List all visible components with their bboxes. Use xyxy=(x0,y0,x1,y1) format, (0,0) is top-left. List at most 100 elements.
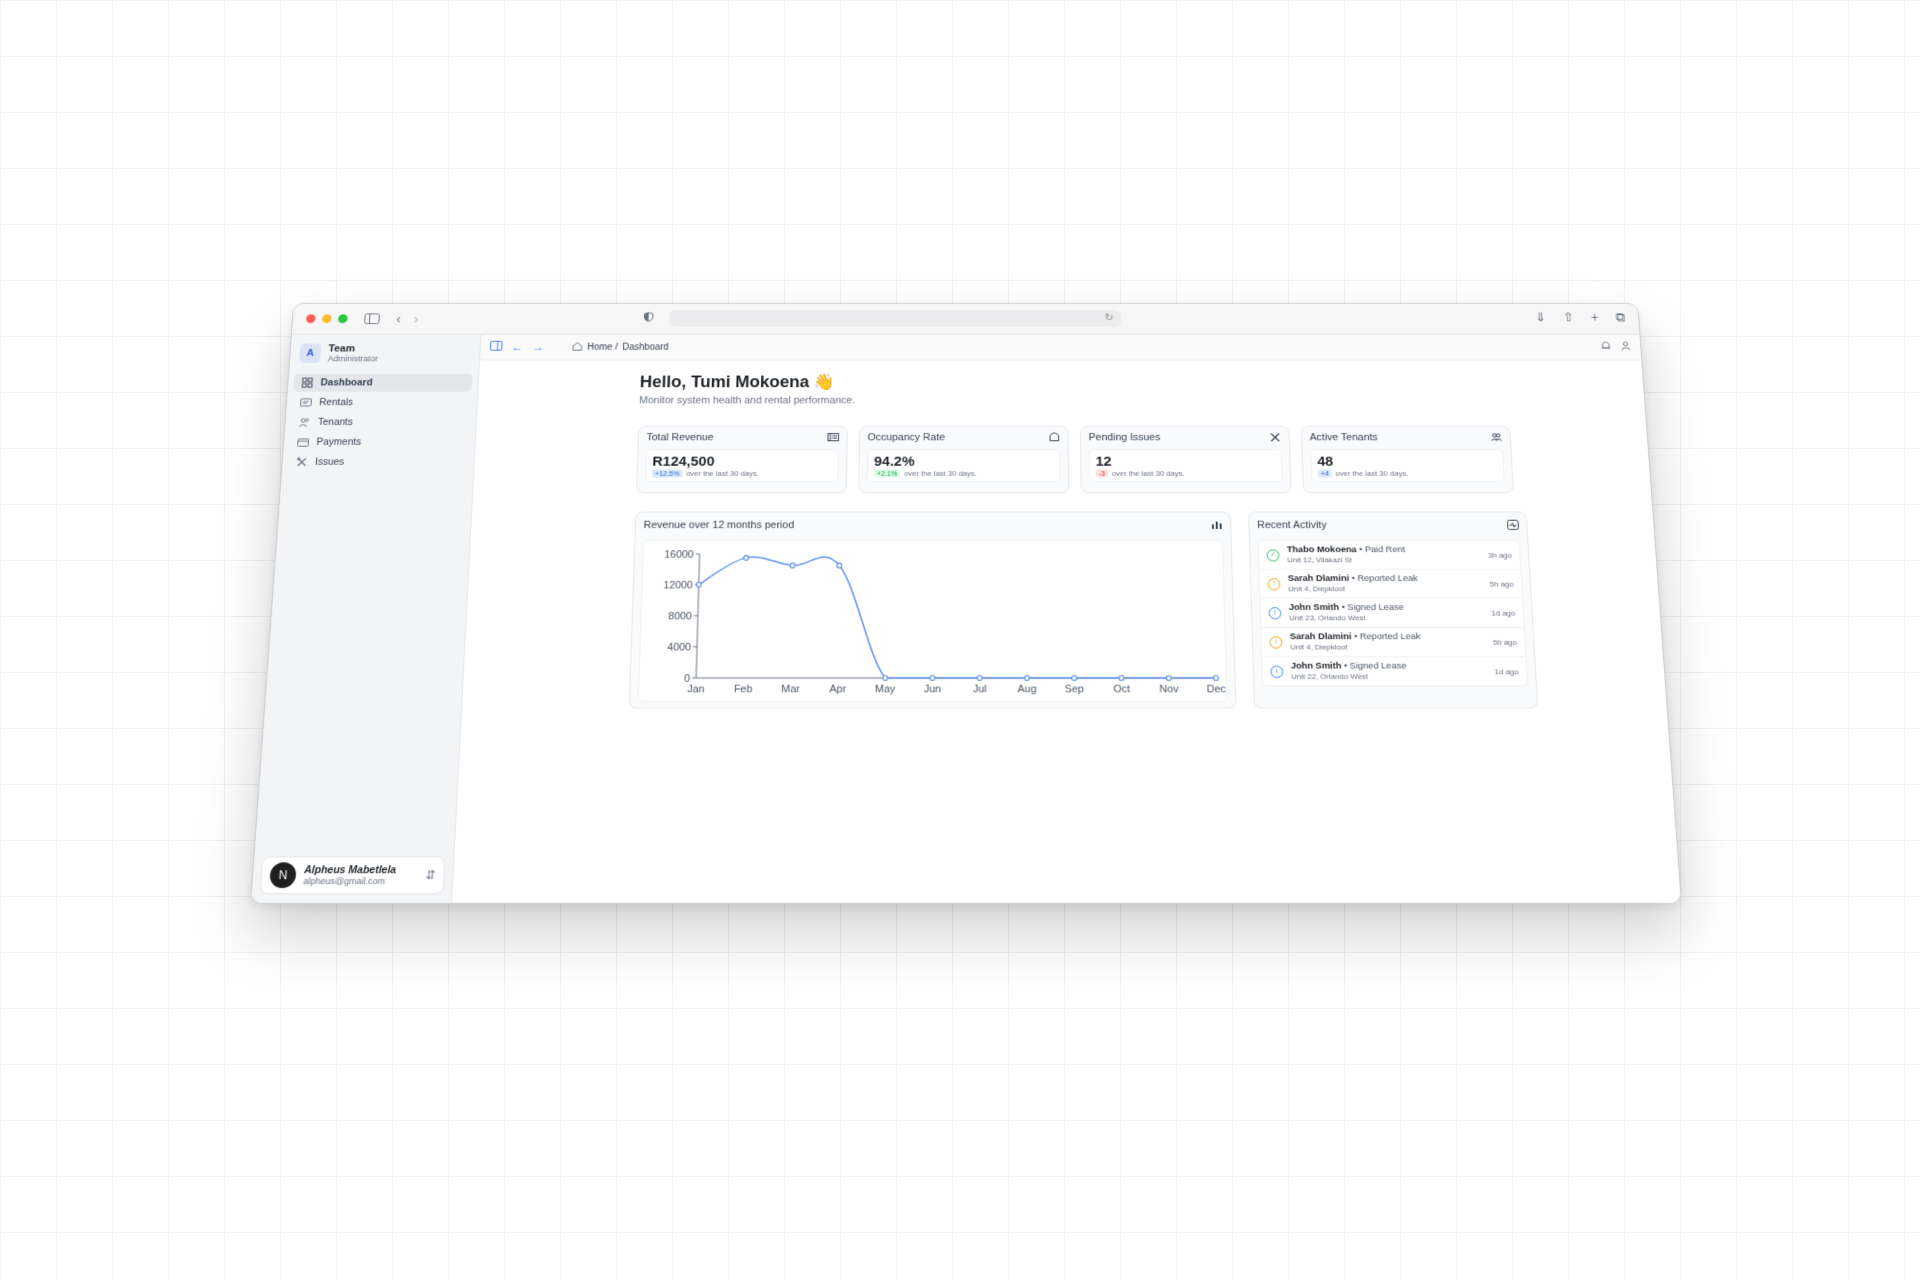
user-icon[interactable] xyxy=(1620,341,1631,353)
avatar: N xyxy=(269,862,297,889)
stat-card-issues: Pending Issues 12 -3 over the last 30 da… xyxy=(1079,425,1292,494)
data-point xyxy=(744,555,749,560)
list-item[interactable]: i John Smith • Signed Lease Unit 23, Orl… xyxy=(1260,598,1524,628)
activity-action: • Signed Lease xyxy=(1341,602,1404,613)
browser-toolbar-right: ⇓ ⇧ + ⧉ xyxy=(1535,310,1626,325)
stat-value: 12 xyxy=(1095,453,1112,470)
reload-icon[interactable]: ↻ xyxy=(1105,312,1114,324)
sidebar-item-label: Dashboard xyxy=(320,377,373,389)
data-point xyxy=(1072,676,1077,681)
activity-action: • Paid Rent xyxy=(1358,544,1406,555)
sidebar-item-dashboard[interactable]: Dashboard xyxy=(293,373,473,392)
sidebar-item-payments[interactable]: Payments xyxy=(289,433,469,451)
data-point xyxy=(837,563,842,568)
breadcrumb-home[interactable]: Home / xyxy=(587,342,618,352)
page-title: Hello, Tumi Mokoena 👋 xyxy=(639,372,836,391)
tabs-overview-icon[interactable]: ⧉ xyxy=(1615,310,1625,325)
team-info: Team Administrator xyxy=(328,344,379,364)
home-icon[interactable] xyxy=(572,341,583,353)
activity-time: 1d ago xyxy=(1494,667,1519,676)
activity-time: 5h ago xyxy=(1489,579,1514,588)
status-badge: +4 xyxy=(1317,469,1332,478)
data-point xyxy=(930,676,935,681)
user-info: Alpheus Mabetlela alpheus@gmail.com xyxy=(303,864,396,887)
activity-name: Sarah Dlamini xyxy=(1289,631,1352,642)
bar-chart-icon[interactable] xyxy=(1211,520,1223,533)
data-point xyxy=(1214,676,1219,681)
stat-value: 94.2% xyxy=(873,453,915,470)
stat-value: 48 xyxy=(1316,453,1334,470)
users-icon xyxy=(298,417,310,428)
info-icon: i xyxy=(1268,606,1282,619)
sidebar-toggle-icon[interactable] xyxy=(364,313,380,324)
activity-unit: Unit 22, Orlando West xyxy=(1291,672,1369,681)
stat-label: Occupancy Rate xyxy=(867,432,946,444)
stat-period: over the last 30 days. xyxy=(1111,469,1185,478)
clock-icon: ! xyxy=(1269,635,1283,649)
banknote-icon xyxy=(827,432,839,445)
users-icon xyxy=(1490,432,1502,445)
activity-name: John Smith xyxy=(1290,660,1342,672)
browser-back-icon[interactable]: ‹ xyxy=(396,312,401,326)
team-name: Team xyxy=(328,343,356,355)
user-menu[interactable]: N Alpheus Mabetlela alpheus@gmail.com ⇵ xyxy=(259,856,446,895)
sidebar-item-label: Payments xyxy=(316,436,362,448)
sidebar-item-issues[interactable]: Issues xyxy=(288,453,469,471)
list-item[interactable]: ✓ Thabo Mokoena • Paid Rent Unit 12, Vil… xyxy=(1258,541,1521,570)
history-nav: ← → xyxy=(511,341,544,353)
check-circle-icon: ✓ xyxy=(1266,548,1280,561)
browser-forward-icon[interactable]: › xyxy=(414,312,419,326)
close-window-button[interactable] xyxy=(305,314,316,324)
sidebar-item-rentals[interactable]: Rentals xyxy=(292,393,472,411)
list-item[interactable]: i John Smith • Signed Lease Unit 22, Orl… xyxy=(1262,657,1527,686)
user-email: alpheus@gmail.com xyxy=(303,875,386,886)
activity-unit: Unit 12, Vilakazi St xyxy=(1287,555,1353,565)
wallet-icon xyxy=(297,437,309,448)
status-badge: +2.1% xyxy=(873,469,901,478)
chevrons-updown-icon[interactable]: ⇵ xyxy=(425,868,436,882)
sidebar-item-tenants[interactable]: Tenants xyxy=(291,413,471,431)
download-icon[interactable]: ⇓ xyxy=(1535,310,1547,325)
revenue-series-line xyxy=(696,557,1216,678)
team-switcher[interactable]: A Team Administrator xyxy=(289,335,480,371)
sidebar-item-label: Rentals xyxy=(318,397,354,408)
x-tick-label: Jul xyxy=(973,684,987,696)
activity-icon[interactable] xyxy=(1507,520,1519,533)
shield-icon[interactable] xyxy=(643,311,655,327)
panel-toggle-icon[interactable] xyxy=(490,341,503,353)
arrow-right-icon[interactable]: → xyxy=(532,341,544,353)
x-tick-label: Oct xyxy=(1113,684,1130,696)
activity-time: 5h ago xyxy=(1492,637,1518,647)
activity-name: John Smith xyxy=(1288,602,1340,613)
stat-label: Total Revenue xyxy=(646,432,714,444)
bell-icon[interactable] xyxy=(1600,341,1611,353)
x-tick-label: May xyxy=(875,684,896,696)
x-tick-label: Nov xyxy=(1159,684,1179,696)
arrow-left-icon[interactable]: ← xyxy=(511,341,523,353)
x-tick-label: Aug xyxy=(1017,684,1036,696)
minimize-window-button[interactable] xyxy=(321,314,332,324)
x-tick-label: Jun xyxy=(924,684,941,696)
maximize-window-button[interactable] xyxy=(337,314,348,324)
topbar: ← → Home / Dashboard xyxy=(479,334,1642,361)
activity-unit: Unit 23, Orlando West xyxy=(1289,613,1366,623)
y-tick-label: 16000 xyxy=(664,549,694,560)
activity-time: 3h ago xyxy=(1487,550,1513,560)
address-bar[interactable]: ↻ xyxy=(669,309,1122,327)
main-content: ← → Home / Dashboard Hello, Tumi Mokoena… xyxy=(452,334,1681,904)
new-tab-icon[interactable]: + xyxy=(1591,310,1600,325)
tools-icon xyxy=(1269,432,1281,445)
sidebar-item-label: Tenants xyxy=(317,416,354,428)
x-tick-label: Feb xyxy=(734,684,753,696)
list-item[interactable]: ! Sarah Dlamini • Reported Leak Unit 4, … xyxy=(1261,627,1526,658)
info-icon: i xyxy=(1270,665,1284,678)
status-badge: +12.5% xyxy=(651,469,683,478)
y-tick-label: 12000 xyxy=(663,580,693,591)
stats-row: Total Revenue R124,500 +12.5% over the l… xyxy=(636,425,1651,494)
list-item[interactable]: ! Sarah Dlamini • Reported Leak Unit 4, … xyxy=(1259,569,1523,599)
activity-action: • Reported Leak xyxy=(1351,573,1418,584)
activity-unit: Unit 4, Diepkloof xyxy=(1288,584,1346,594)
lower-row: Revenue over 12 months period 0 4000 8000 1… xyxy=(628,511,1667,709)
share-icon[interactable]: ⇧ xyxy=(1563,310,1575,325)
revenue-chart-panel: Revenue over 12 months period 0 4000 8000 1… xyxy=(628,511,1237,709)
